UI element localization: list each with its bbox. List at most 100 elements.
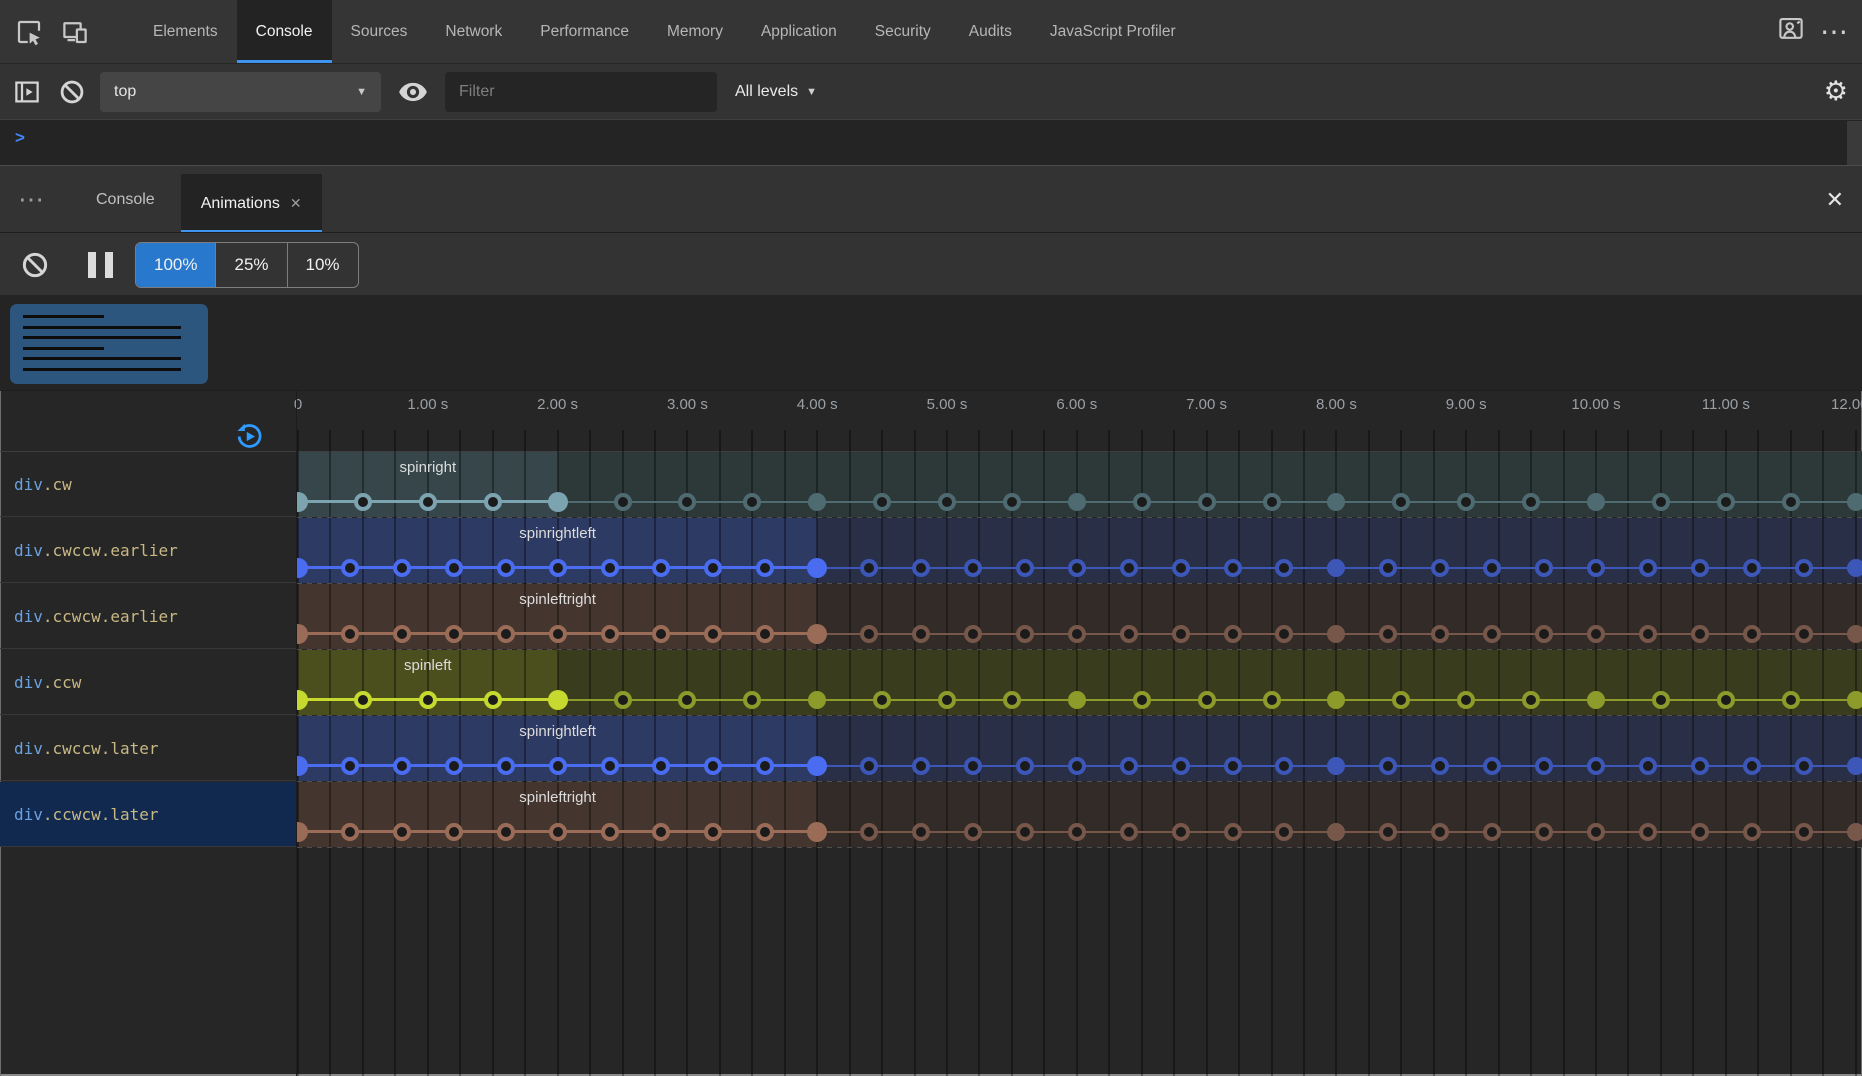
keyframe-dot[interactable]: [1172, 757, 1190, 775]
keyframe-dot[interactable]: [1172, 625, 1190, 643]
keyframe-dot[interactable]: [756, 757, 774, 775]
keyframe-dot[interactable]: [964, 757, 982, 775]
keyframe-dot[interactable]: [652, 823, 670, 841]
keyframe-dot[interactable]: [1263, 493, 1281, 511]
keyframe-dot[interactable]: [756, 823, 774, 841]
keyframe-dot[interactable]: [445, 625, 463, 643]
iteration-dot[interactable]: [1068, 493, 1086, 511]
keyframe-dot[interactable]: [1275, 823, 1293, 841]
keyframe-dot[interactable]: [704, 559, 722, 577]
tab-network[interactable]: Network: [426, 0, 521, 63]
iteration-dot[interactable]: [1327, 691, 1345, 709]
tab-console[interactable]: Console: [237, 0, 332, 63]
keyframe-dot[interactable]: [1431, 757, 1449, 775]
keyframe-dot[interactable]: [1379, 625, 1397, 643]
keyframe-dot[interactable]: [497, 559, 515, 577]
keyframe-dot[interactable]: [652, 625, 670, 643]
keyframe-dot[interactable]: [393, 625, 411, 643]
keyframe-dot[interactable]: [1691, 625, 1709, 643]
keyframe-dot[interactable]: [1457, 493, 1475, 511]
inspect-element-icon[interactable]: [12, 0, 46, 63]
iteration-dot[interactable]: [807, 756, 827, 776]
keyframe-dot[interactable]: [1743, 559, 1761, 577]
keyframe-dot[interactable]: [1016, 823, 1034, 841]
keyframe-dot[interactable]: [1587, 559, 1605, 577]
keyframe-dot[interactable]: [1003, 691, 1021, 709]
keyframe-dot[interactable]: [964, 559, 982, 577]
keyframe-dot[interactable]: [1652, 493, 1670, 511]
keyframe-dot[interactable]: [860, 559, 878, 577]
keyframe-dot[interactable]: [1795, 823, 1813, 841]
keyframe-dot[interactable]: [1535, 757, 1553, 775]
keyframe-dot[interactable]: [601, 559, 619, 577]
iteration-dot[interactable]: [807, 822, 827, 842]
speed-button-10[interactable]: 10%: [288, 243, 358, 287]
tab-application[interactable]: Application: [742, 0, 856, 63]
iteration-dot[interactable]: [1847, 625, 1862, 643]
drawer-tab-console[interactable]: Console: [72, 191, 179, 209]
keyframe-dot[interactable]: [678, 493, 696, 511]
keyframe-dot[interactable]: [1068, 559, 1086, 577]
keyframe-dot[interactable]: [1431, 823, 1449, 841]
iteration-dot[interactable]: [1587, 691, 1605, 709]
iteration-dot[interactable]: [1327, 757, 1345, 775]
keyframe-dot[interactable]: [1457, 691, 1475, 709]
main-menu-icon[interactable]: ⋯: [1820, 26, 1848, 37]
keyframe-dot[interactable]: [419, 493, 437, 511]
keyframe-dot[interactable]: [1717, 493, 1735, 511]
animation-row-selector[interactable]: div.cwccw.earlier: [0, 518, 296, 583]
animation-row-selector[interactable]: div.cw: [0, 452, 296, 517]
keyframe-dot[interactable]: [1172, 823, 1190, 841]
keyframe-dot[interactable]: [393, 559, 411, 577]
iteration-dot[interactable]: [1587, 493, 1605, 511]
keyframe-dot[interactable]: [1263, 691, 1281, 709]
keyframe-dot[interactable]: [1483, 823, 1501, 841]
keyframe-dot[interactable]: [1782, 493, 1800, 511]
keyframe-dot[interactable]: [743, 691, 761, 709]
keyframe-dot[interactable]: [393, 757, 411, 775]
keyframe-dot[interactable]: [1224, 559, 1242, 577]
keyframe-dot[interactable]: [1016, 757, 1034, 775]
keyframe-dot[interactable]: [445, 757, 463, 775]
iteration-dot[interactable]: [1327, 493, 1345, 511]
keyframe-dot[interactable]: [1743, 823, 1761, 841]
keyframe-dot[interactable]: [614, 691, 632, 709]
keyframe-dot[interactable]: [341, 559, 359, 577]
keyframe-dot[interactable]: [341, 757, 359, 775]
device-toolbar-icon[interactable]: [58, 0, 92, 63]
eye-icon[interactable]: [397, 76, 429, 108]
keyframe-dot[interactable]: [860, 625, 878, 643]
keyframe-dot[interactable]: [549, 625, 567, 643]
console-prompt[interactable]: >: [0, 119, 1862, 166]
keyframe-dot[interactable]: [601, 823, 619, 841]
keyframe-dot[interactable]: [743, 493, 761, 511]
animation-row-selector[interactable]: div.ccw: [0, 650, 296, 715]
iteration-dot[interactable]: [297, 492, 308, 512]
iteration-dot[interactable]: [1847, 691, 1862, 709]
iteration-dot[interactable]: [1327, 823, 1345, 841]
keyframe-dot[interactable]: [601, 625, 619, 643]
keyframe-dot[interactable]: [549, 757, 567, 775]
keyframe-dot[interactable]: [419, 691, 437, 709]
drawer-tab-animations[interactable]: Animations ✕: [181, 174, 322, 233]
iteration-dot[interactable]: [807, 558, 827, 578]
iteration-dot[interactable]: [297, 558, 308, 578]
iteration-dot[interactable]: [1847, 493, 1862, 511]
keyframe-dot[interactable]: [704, 823, 722, 841]
keyframe-dot[interactable]: [1639, 559, 1657, 577]
keyframe-dot[interactable]: [393, 823, 411, 841]
keyframe-dot[interactable]: [354, 691, 372, 709]
keyframe-dot[interactable]: [1483, 559, 1501, 577]
keyframe-dot[interactable]: [938, 493, 956, 511]
iteration-dot[interactable]: [1847, 559, 1862, 577]
keyframe-dot[interactable]: [1275, 625, 1293, 643]
animation-row-selector[interactable]: div.ccwcw.later: [0, 782, 296, 847]
speed-button-100[interactable]: 100%: [136, 243, 216, 287]
keyframe-dot[interactable]: [1483, 625, 1501, 643]
keyframe-dot[interactable]: [1483, 757, 1501, 775]
keyframe-dot[interactable]: [1639, 823, 1657, 841]
animation-bar-active-region[interactable]: [298, 584, 817, 649]
keyframe-dot[interactable]: [484, 691, 502, 709]
animation-row-selector[interactable]: div.cwccw.later: [0, 716, 296, 781]
keyframe-dot[interactable]: [1379, 559, 1397, 577]
